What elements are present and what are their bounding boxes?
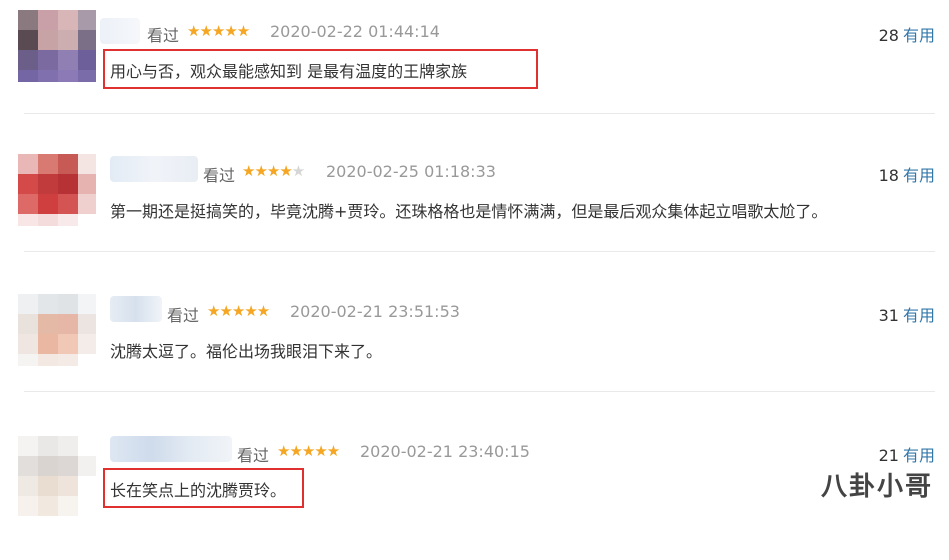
review-item-2: 看过 ★★★★★ 2020-02-25 01:18:33 18 有用 第一期还是挺… [0,140,949,280]
comment-text: 长在笑点上的沈腾贾玲。 [110,481,287,500]
avatar[interactable] [18,10,96,82]
useful-button[interactable]: 有用 [903,446,935,465]
vote-number: 31 [878,306,899,325]
vote-number: 18 [878,166,899,185]
watched-label: 看过 [147,26,180,45]
comment-time: 2020-02-25 01:18:33 [326,162,496,181]
review-item-3: 看过 ★★★★★ 2020-02-21 23:51:53 31 有用 沈腾太逗了。… [0,280,949,420]
comment-time: 2020-02-22 01:44:14 [270,22,440,41]
vote-number: 28 [878,26,899,45]
review-item-4: 看过 ★★★★★ 2020-02-21 23:40:15 21 有用 长在笑点上的… [0,420,949,560]
star-icon: ★★★★★ [207,302,270,320]
username-blurred[interactable] [110,156,198,182]
username-blurred[interactable] [110,436,232,462]
star-icon: ★★★★★ [187,22,250,40]
rating-stars: ★★★★★ [187,22,250,40]
avatar[interactable] [18,154,96,226]
avatar[interactable] [18,294,96,366]
rating-stars: ★★★★★ [242,162,305,180]
comment-text: 第一期还是挺搞笑的，毕竟沈腾+贾玲。还珠格格也是情怀满满，但是最后观众集体起立唱… [110,202,828,221]
divider [24,113,935,114]
watched-label: 看过 [203,166,236,185]
watermark: 八卦小哥 [820,472,933,502]
vote-count: 31 有用 [879,302,935,326]
useful-button[interactable]: 有用 [903,26,935,45]
watched-label: 看过 [167,306,200,325]
vote-count: 18 有用 [879,162,935,186]
username-blurred[interactable] [110,296,162,322]
star-icon: ★★★★ [242,162,293,180]
useful-button[interactable]: 有用 [903,306,935,325]
comment-text: 沈腾太逗了。福伦出场我眼泪下来了。 [110,342,383,361]
review-item-1: 看过 ★★★★★ 2020-02-22 01:44:14 28 有用 用心与否，观… [0,0,949,140]
vote-count: 21 有用 [879,442,935,466]
avatar[interactable] [18,436,96,519]
star-empty-icon: ★ [291,162,305,180]
username-blurred[interactable] [100,18,140,44]
useful-button[interactable]: 有用 [903,166,935,185]
rating-stars: ★★★★★ [277,442,340,460]
divider [24,391,935,392]
comment-time: 2020-02-21 23:51:53 [290,302,460,321]
vote-count: 28 有用 [879,22,935,46]
rating-stars: ★★★★★ [207,302,270,320]
divider [24,251,935,252]
comment-time: 2020-02-21 23:40:15 [360,442,530,461]
comment-text: 用心与否，观众最能感知到 是最有温度的王牌家族 [110,62,468,81]
vote-number: 21 [878,446,899,465]
star-icon: ★★★★★ [277,442,340,460]
watched-label: 看过 [237,446,270,465]
